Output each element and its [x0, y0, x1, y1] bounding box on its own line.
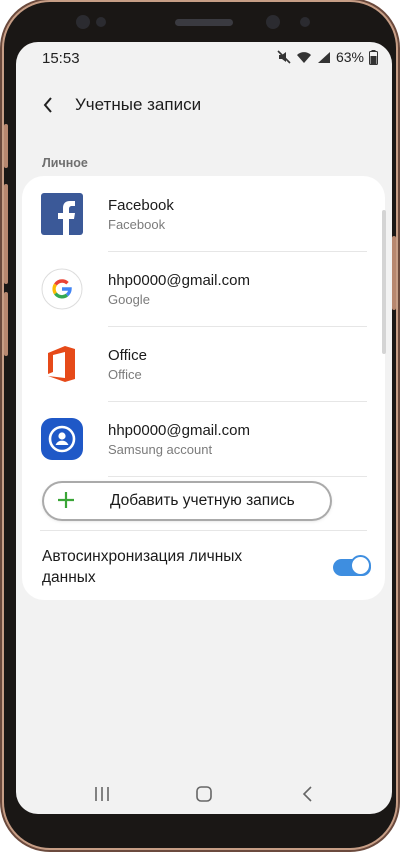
account-name: hhp0000@gmail.com [108, 272, 250, 289]
status-icons: 63% [277, 49, 378, 65]
auto-sync-toggle[interactable] [333, 555, 373, 579]
earpiece-speaker [175, 19, 233, 26]
account-type: Samsung account [108, 442, 213, 457]
back-nav-icon[interactable] [298, 784, 318, 809]
office-icon [41, 343, 83, 385]
toggle-knob [350, 555, 371, 576]
divider [40, 530, 367, 531]
account-type: Google [108, 292, 150, 307]
battery-percent: 63% [335, 49, 364, 65]
sensor-dot [300, 17, 310, 27]
volume-down-button-frame [4, 184, 8, 284]
samsung-account-icon [41, 418, 83, 460]
accounts-card: Facebook Facebook hhp0000@gmail.com Goog… [22, 176, 385, 600]
home-icon[interactable] [194, 784, 214, 809]
battery-icon [369, 49, 378, 65]
wifi-icon [296, 51, 312, 64]
sensor-dot [76, 15, 90, 29]
add-account-button[interactable]: Добавить учетную запись [44, 483, 330, 519]
scrollbar[interactable] [382, 210, 386, 354]
recent-apps-icon[interactable] [92, 784, 112, 809]
power-button-frame [392, 236, 396, 310]
auto-sync-label: Автосинхронизация личных данных [42, 548, 243, 586]
account-row-google[interactable]: hhp0000@gmail.com Google [22, 251, 385, 326]
divider [108, 476, 367, 477]
back-arrow-icon[interactable] [38, 92, 64, 118]
phone-top-bezel [4, 2, 396, 46]
add-account-label: Добавить учетную запись [110, 492, 295, 509]
account-row-samsung[interactable]: hhp0000@gmail.com Samsung account [22, 401, 385, 476]
page-title: Учетные записи [75, 95, 202, 114]
app-header: Учетные записи [16, 88, 392, 128]
account-row-office[interactable]: Office Office [22, 326, 385, 401]
status-time: 15:53 [42, 50, 80, 67]
status-bar: 15:53 63% [16, 42, 392, 74]
mute-icon [277, 50, 291, 64]
account-name: Facebook [108, 197, 174, 214]
bixby-button-frame [4, 292, 8, 356]
navigation-bar [16, 774, 392, 814]
plus-icon [56, 490, 76, 510]
section-label: Личное [42, 156, 88, 170]
account-type: Office [108, 367, 142, 382]
account-name: hhp0000@gmail.com [108, 422, 250, 439]
account-name: Office [108, 347, 147, 364]
google-icon [41, 268, 83, 310]
front-camera [266, 15, 280, 29]
phone-frame: 15:53 63% Учетные записи Личное Facebook… [4, 2, 396, 848]
signal-icon [317, 51, 331, 64]
sensor-dot [96, 17, 106, 27]
volume-up-button-frame [4, 124, 8, 168]
facebook-icon [41, 193, 83, 235]
account-row-facebook[interactable]: Facebook Facebook [22, 176, 385, 251]
account-type: Facebook [108, 217, 166, 232]
screen: 15:53 63% Учетные записи Личное Facebook… [16, 42, 392, 814]
